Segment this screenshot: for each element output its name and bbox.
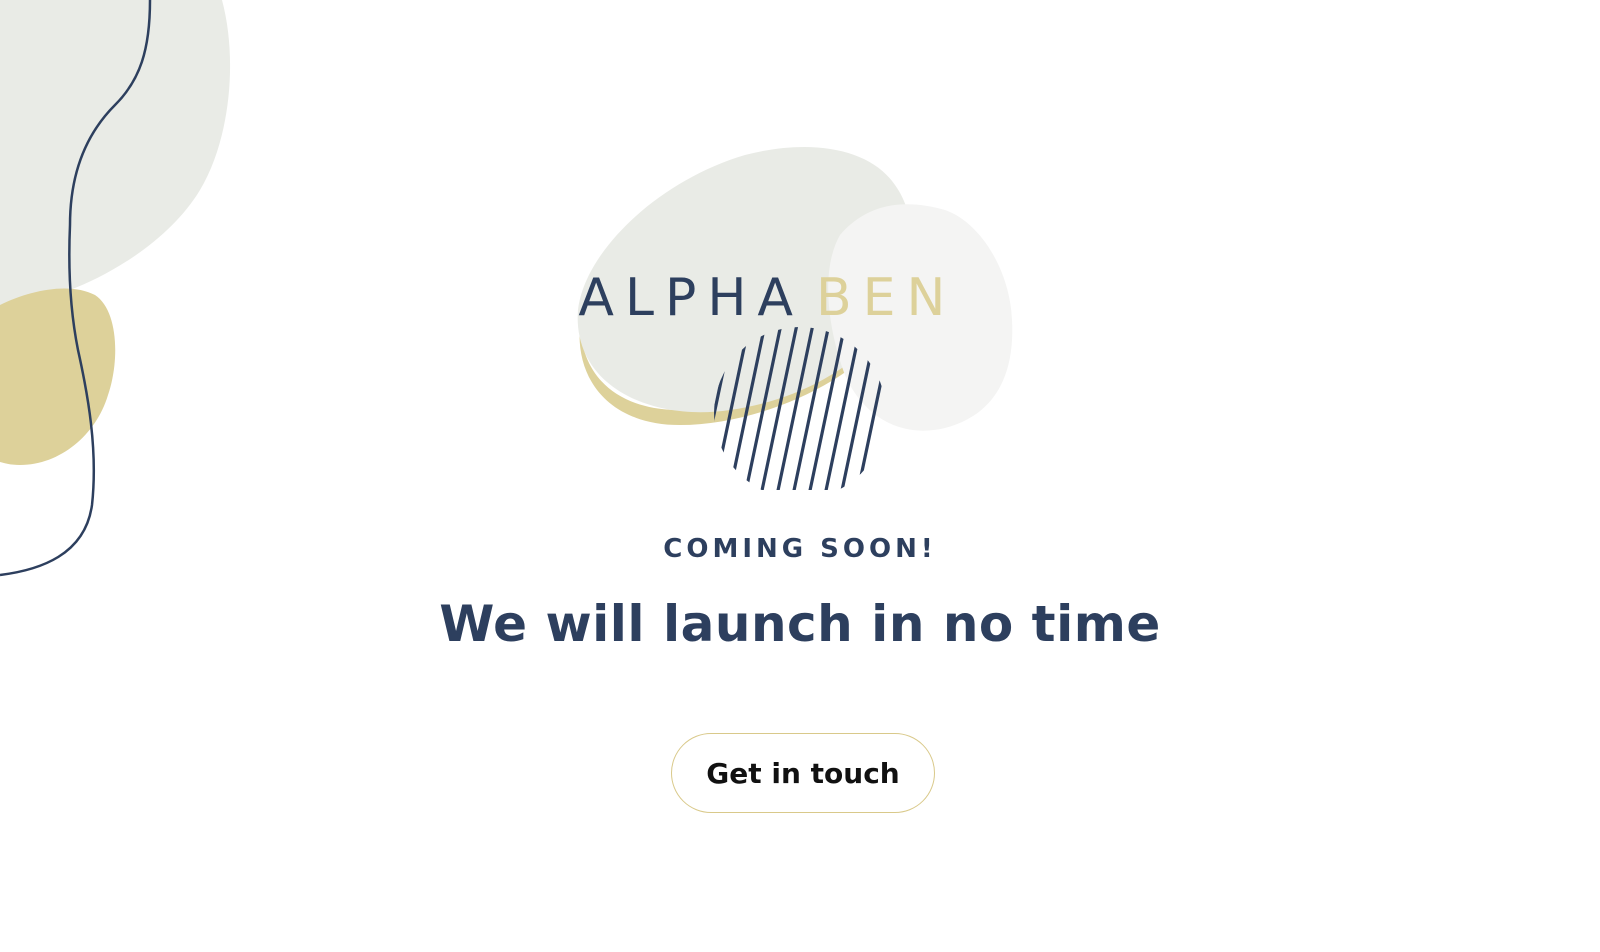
gray-blob-shape	[0, 0, 231, 315]
corner-blob-decoration-icon	[0, 0, 231, 577]
alphaben-logo: ALPHA BEN	[577, 146, 1013, 490]
mustard-blob-shape	[0, 288, 116, 465]
coming-soon-page: ALPHA BEN COMING SOON! We will launch in…	[0, 0, 1600, 952]
logo-wordmark-primary: ALPHA	[578, 268, 804, 328]
get-in-touch-button[interactable]: Get in touch	[671, 733, 935, 813]
logo-wordmark-secondary: BEN	[816, 268, 956, 328]
coming-soon-eyebrow: COMING SOON!	[663, 534, 937, 564]
page-headline: We will launch in no time	[439, 595, 1161, 653]
